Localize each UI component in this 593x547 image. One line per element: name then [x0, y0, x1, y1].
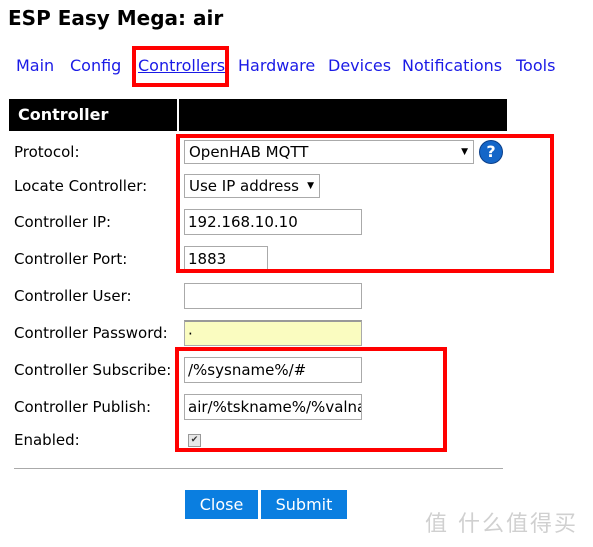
user-label: Controller User: — [14, 287, 132, 305]
publish-label: Controller Publish: — [14, 398, 152, 416]
protocol-label: Protocol: — [14, 143, 80, 161]
subscribe-label: Controller Subscribe: — [14, 361, 172, 379]
submit-button[interactable]: Submit — [261, 490, 347, 519]
highlight-box-nav — [132, 46, 229, 87]
ip-label: Controller IP: — [14, 213, 112, 231]
nav-config[interactable]: Config — [70, 56, 121, 75]
password-input[interactable]: · — [184, 320, 362, 346]
nav-devices[interactable]: Devices — [328, 56, 391, 75]
password-label: Controller Password: — [14, 324, 168, 342]
nav-tools[interactable]: Tools — [516, 56, 555, 75]
close-button[interactable]: Close — [185, 490, 258, 519]
user-input[interactable] — [184, 283, 362, 309]
nav-main[interactable]: Main — [16, 56, 54, 75]
locate-label: Locate Controller: — [14, 177, 148, 195]
page-title: ESP Easy Mega: air — [8, 6, 224, 30]
highlight-box-connection — [176, 134, 554, 273]
highlight-box-topics — [175, 347, 447, 452]
section-header-fill — [179, 99, 507, 131]
watermark-logo: 值 什么值得买 — [425, 512, 578, 537]
port-label: Controller Port: — [14, 250, 128, 268]
divider — [14, 468, 503, 469]
enabled-label: Enabled: — [14, 431, 80, 449]
nav-hardware[interactable]: Hardware — [238, 56, 315, 75]
nav-notifications[interactable]: Notifications — [402, 56, 502, 75]
section-header: Controller Settings — [9, 99, 177, 156]
